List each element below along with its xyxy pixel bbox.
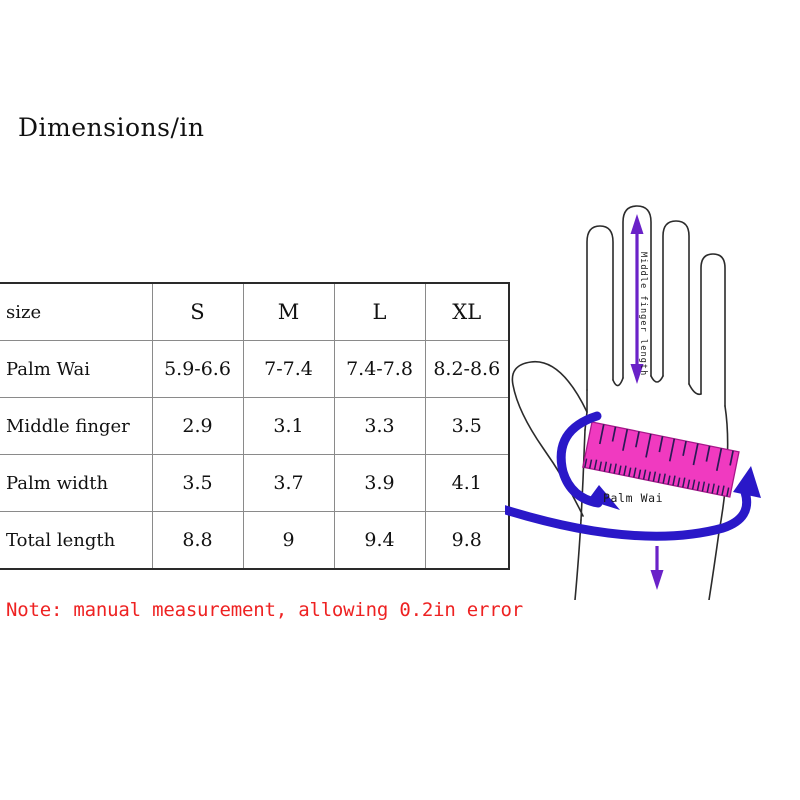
table-row: Total length 8.8 9 9.4 9.8: [0, 511, 510, 570]
row-label-middle-finger: Middle finger: [0, 397, 153, 455]
cell-total-length-l: 9.4: [333, 511, 426, 570]
cell-palm-width-xl: 4.1: [424, 454, 510, 512]
hand-measurement-diagram: Middle finger length Palm Wai: [505, 180, 800, 600]
table-header-size: size: [0, 282, 153, 341]
middle-finger-length-label: Middle finger length: [638, 252, 648, 376]
cell-palm-wai-l: 7.4-7.8: [333, 340, 426, 398]
cell-palm-width-s: 3.5: [151, 454, 244, 512]
row-label-total-length: Total length: [0, 511, 153, 570]
table-header-row: size S M L XL: [0, 282, 510, 341]
cell-palm-wai-m: 7-7.4: [242, 340, 335, 398]
cell-palm-wai-xl: 8.2-8.6: [424, 340, 510, 398]
table-header-l: L: [333, 282, 426, 341]
cell-middle-finger-xl: 3.5: [424, 397, 510, 455]
palm-wai-label: Palm Wai: [603, 491, 663, 505]
cell-total-length-xl: 9.8: [424, 511, 510, 570]
table-row: Palm Wai 5.9-6.6 7-7.4 7.4-7.8 8.2-8.6: [0, 340, 510, 398]
table-row: Palm width 3.5 3.7 3.9 4.1: [0, 454, 510, 512]
page-title: Dimensions/in: [18, 113, 205, 142]
row-label-palm-wai: Palm Wai: [0, 340, 153, 398]
table-header-xl: XL: [424, 282, 510, 341]
ruler-icon: [582, 421, 740, 498]
size-chart-page: Dimensions/in size S M L XL Palm Wai 5.9…: [0, 0, 800, 800]
cell-middle-finger-l: 3.3: [333, 397, 426, 455]
cell-palm-width-m: 3.7: [242, 454, 335, 512]
cell-palm-width-l: 3.9: [333, 454, 426, 512]
table-row: Middle finger 2.9 3.1 3.3 3.5: [0, 397, 510, 455]
hand-outline-icon: [511, 205, 729, 600]
cell-middle-finger-s: 2.9: [151, 397, 244, 455]
cell-middle-finger-m: 3.1: [242, 397, 335, 455]
cell-palm-wai-s: 5.9-6.6: [151, 340, 244, 398]
wrist-direction-arrow-icon: [650, 546, 664, 590]
cell-total-length-s: 8.8: [151, 511, 244, 570]
cell-total-length-m: 9: [242, 511, 335, 570]
table-header-s: S: [151, 282, 244, 341]
size-table: size S M L XL Palm Wai 5.9-6.6 7-7.4 7.4…: [0, 282, 510, 570]
row-label-palm-width: Palm width: [0, 454, 153, 512]
table-header-m: M: [242, 282, 335, 341]
measurement-note: Note: manual measurement, allowing 0.2in…: [6, 599, 523, 621]
